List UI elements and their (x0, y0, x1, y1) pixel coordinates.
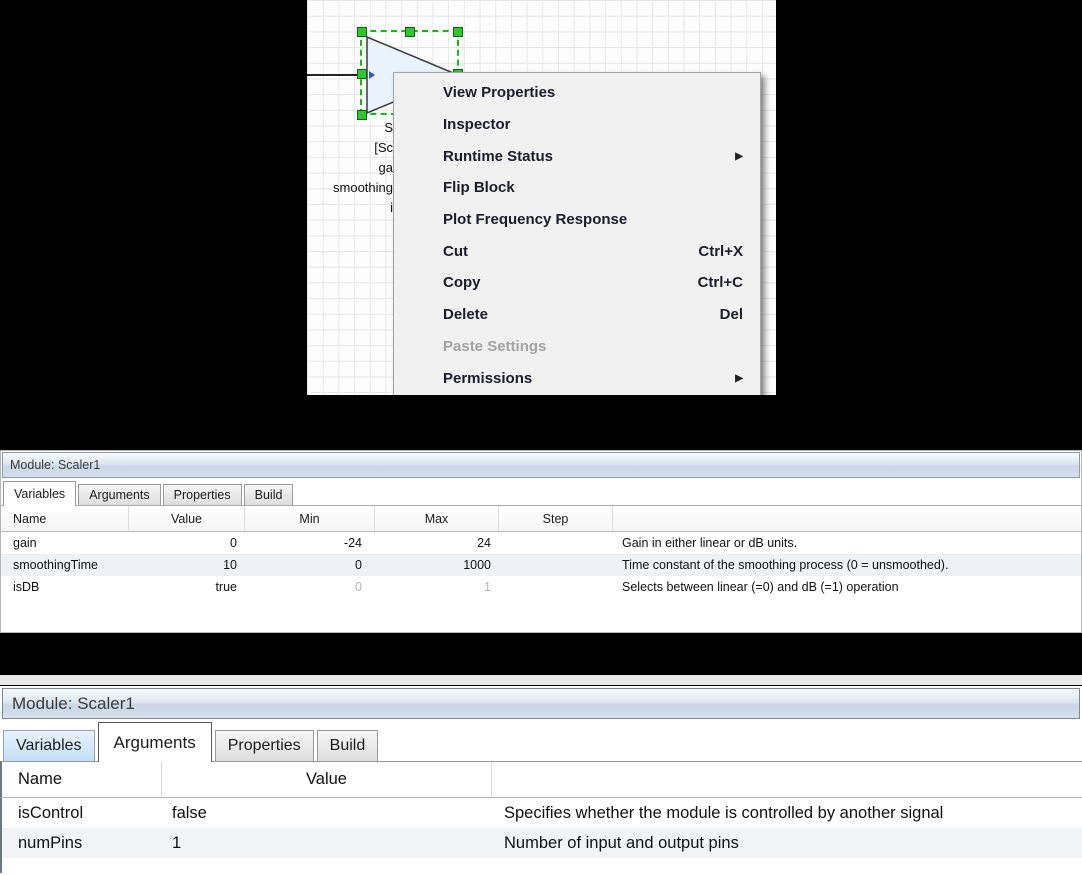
background-strip (0, 675, 1082, 685)
selection-handle[interactable] (357, 27, 367, 37)
table-row[interactable]: isDB true 0 1 Selects between linear (=0… (1, 576, 1081, 598)
panel-title: Module: Scaler1 (2, 452, 1080, 478)
menu-item-runtime-status[interactable]: Runtime Status ▶ (394, 140, 760, 172)
column-header-name: Name (2, 762, 162, 797)
variable-max[interactable]: 24 (375, 536, 499, 550)
variable-name: smoothingTime (1, 558, 129, 572)
tab-arguments[interactable]: Arguments (78, 484, 160, 505)
argument-name: numPins (2, 834, 162, 853)
menu-item-permissions[interactable]: Permissions ▶ (394, 362, 760, 394)
argument-name: isControl (2, 804, 162, 823)
argument-value[interactable]: 1 (162, 834, 492, 853)
menu-item-cut[interactable]: Cut Ctrl+X (394, 235, 760, 267)
menu-item-label: Copy (443, 274, 698, 291)
menu-item-plot-frequency-response[interactable]: Plot Frequency Response (394, 204, 760, 236)
block-label-line: [Sc (307, 138, 393, 158)
block-label-line: i (307, 198, 393, 218)
variable-value[interactable]: 10 (129, 558, 245, 572)
menu-item-label: Runtime Status (443, 148, 735, 165)
tab-build[interactable]: Build (317, 730, 379, 761)
table-row[interactable]: gain 0 -24 24 Gain in either linear or d… (1, 532, 1081, 554)
column-header-name: Name (1, 506, 129, 531)
variable-max[interactable]: 1000 (375, 558, 499, 572)
table-header: Name Value Min Max Step (1, 505, 1081, 532)
arguments-panel: Module: Scaler1 Variables Arguments Prop… (0, 686, 1082, 875)
block-label: S [Sc ga smoothing i (307, 118, 393, 218)
menu-item-label: Delete (443, 306, 720, 323)
column-header-max: Max (375, 506, 499, 531)
menu-item-label: Flip Block (443, 179, 743, 196)
variable-description: Gain in either linear or dB units. (613, 536, 1081, 550)
menu-item-label: Cut (443, 243, 698, 260)
menu-item-flip-block[interactable]: Flip Block (394, 172, 760, 204)
table-filler (0, 858, 1082, 873)
table-row[interactable]: isControl false Specifies whether the mo… (0, 798, 1082, 828)
variable-min[interactable]: -24 (245, 536, 375, 550)
menu-item-copy[interactable]: Copy Ctrl+C (394, 267, 760, 299)
variable-max: 1 (375, 580, 499, 594)
tab-bar: Variables Arguments Properties Build (0, 719, 1082, 761)
column-header-value: Value (129, 506, 245, 531)
block-label-line: smoothing (307, 178, 393, 198)
selection-handle[interactable] (357, 110, 367, 120)
menu-item-shortcut: Ctrl+C (698, 274, 743, 291)
block-label-line: S (307, 118, 393, 138)
column-header-description (492, 762, 1082, 797)
variable-description: Time constant of the smoothing process (… (613, 558, 1081, 572)
column-header-value: Value (162, 762, 492, 797)
context-menu: View Properties Inspector Runtime Status… (393, 72, 761, 395)
menu-item-paste-settings: Paste Settings (394, 331, 760, 363)
variable-min: 0 (245, 580, 375, 594)
argument-value[interactable]: false (162, 804, 492, 823)
menu-item-label: Paste Settings (443, 338, 743, 355)
variable-name: gain (1, 536, 129, 550)
tab-variables[interactable]: Variables (3, 481, 76, 506)
menu-item-label: Permissions (443, 370, 735, 387)
selection-handle[interactable] (405, 27, 415, 37)
menu-item-label: Inspector (443, 116, 743, 133)
argument-description: Number of input and output pins (492, 834, 1082, 853)
column-header-min: Min (245, 506, 375, 531)
tab-build[interactable]: Build (244, 484, 294, 505)
table-row[interactable]: smoothingTime 10 0 1000 Time constant of… (1, 554, 1081, 576)
column-header-description (613, 506, 1081, 531)
variables-panel: Module: Scaler1 Variables Arguments Prop… (0, 450, 1082, 633)
selection-handle[interactable] (357, 69, 367, 79)
menu-item-inspector[interactable]: Inspector (394, 109, 760, 141)
variable-value[interactable]: 0 (129, 536, 245, 550)
tab-arguments[interactable]: Arguments (98, 722, 212, 762)
table-row[interactable]: numPins 1 Number of input and output pin… (0, 828, 1082, 858)
table-header: Name Value (0, 761, 1082, 798)
menu-item-delete[interactable]: Delete Del (394, 299, 760, 331)
panel-title: Module: Scaler1 (2, 688, 1080, 719)
menu-item-shortcut: Ctrl+X (698, 243, 743, 260)
menu-item-label: View Properties (443, 84, 743, 101)
variable-min[interactable]: 0 (245, 558, 375, 572)
column-header-step: Step (499, 506, 613, 531)
menu-item-view-properties[interactable]: View Properties (394, 77, 760, 109)
variable-description: Selects between linear (=0) and dB (=1) … (613, 580, 1081, 594)
menu-item-label: Plot Frequency Response (443, 211, 743, 228)
menu-item-shortcut: Del (720, 306, 743, 323)
tab-variables[interactable]: Variables (3, 730, 95, 761)
submenu-arrow-icon: ▶ (735, 373, 743, 384)
selection-handle[interactable] (453, 27, 463, 37)
tab-properties[interactable]: Properties (163, 484, 242, 505)
block-label-line: ga (307, 158, 393, 178)
variable-name: isDB (1, 580, 129, 594)
tab-properties[interactable]: Properties (215, 730, 314, 761)
submenu-arrow-icon: ▶ (735, 151, 743, 162)
tab-bar: Variables Arguments Properties Build (1, 479, 1081, 505)
variable-value[interactable]: true (129, 580, 245, 594)
diagram-canvas[interactable]: S [Sc ga smoothing i View Properties Ins… (307, 0, 776, 395)
argument-description: Specifies whether the module is controll… (492, 804, 1082, 823)
